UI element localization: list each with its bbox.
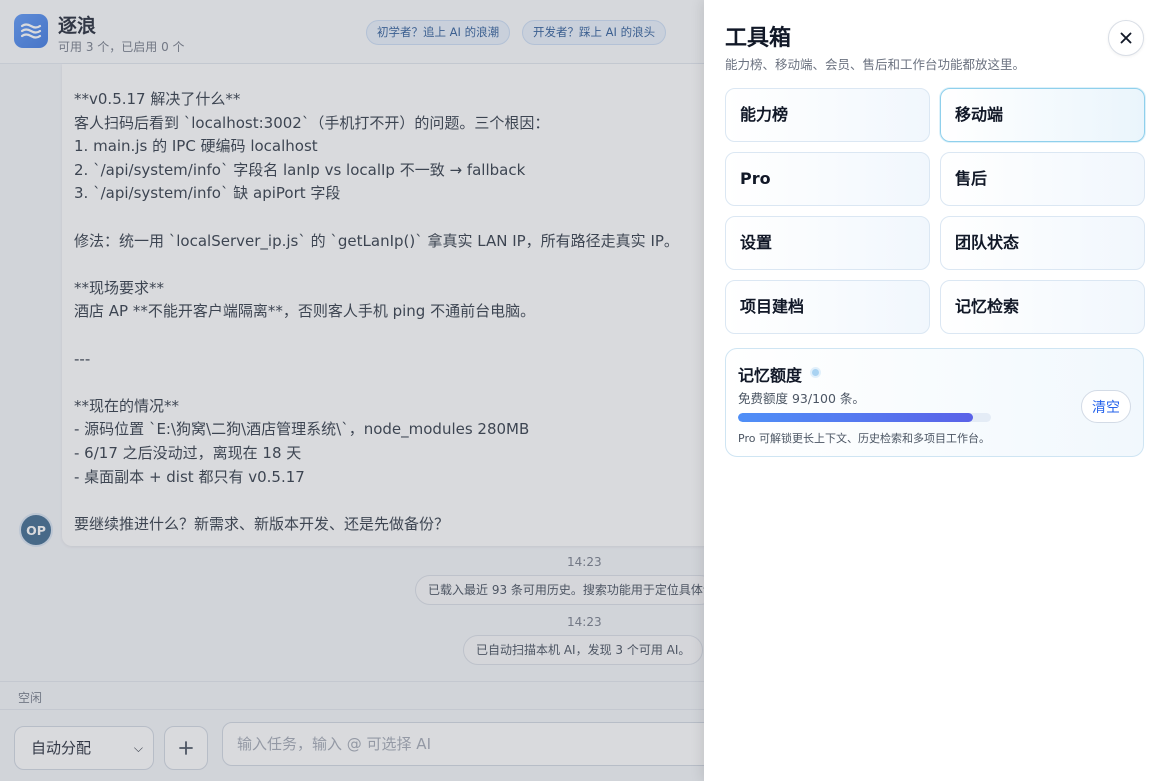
info-icon[interactable]	[810, 367, 821, 378]
drawer-title: 工具箱	[725, 26, 792, 51]
drawer-subtitle: 能力榜、移动端、会员、售后和工作台功能都放这里。	[725, 57, 1026, 72]
tool-pro[interactable]: Pro	[725, 152, 930, 206]
close-icon	[1120, 32, 1132, 44]
tool-project-archive[interactable]: 项目建档	[725, 280, 930, 334]
memory-usage: 免费额度 93/100 条。	[738, 391, 865, 406]
memory-note: Pro 可解锁更长上下文、历史检索和多项目工作台。	[738, 432, 990, 445]
clear-button[interactable]: 清空	[1081, 390, 1131, 423]
modal-backdrop[interactable]	[0, 0, 705, 781]
tool-settings[interactable]: 设置	[725, 216, 930, 270]
tool-team-status[interactable]: 团队状态	[940, 216, 1145, 270]
tool-memory-search[interactable]: 记忆检索	[940, 280, 1145, 334]
tool-after-sales[interactable]: 售后	[940, 152, 1145, 206]
close-button[interactable]	[1108, 20, 1144, 56]
memory-quota-card: 记忆额度 免费额度 93/100 条。 Pro 可解锁更长上下文、历史检索和多项…	[725, 348, 1144, 457]
memory-progress-fill	[738, 413, 974, 422]
memory-progress-bar	[738, 413, 991, 422]
tool-leaderboard[interactable]: 能力榜	[725, 88, 930, 142]
tool-mobile[interactable]: 移动端	[940, 88, 1145, 142]
memory-title: 记忆额度	[738, 366, 803, 385]
toolbox-drawer: 工具箱 能力榜、移动端、会员、售后和工作台功能都放这里。 能力榜 移动端 Pro…	[704, 0, 1164, 781]
